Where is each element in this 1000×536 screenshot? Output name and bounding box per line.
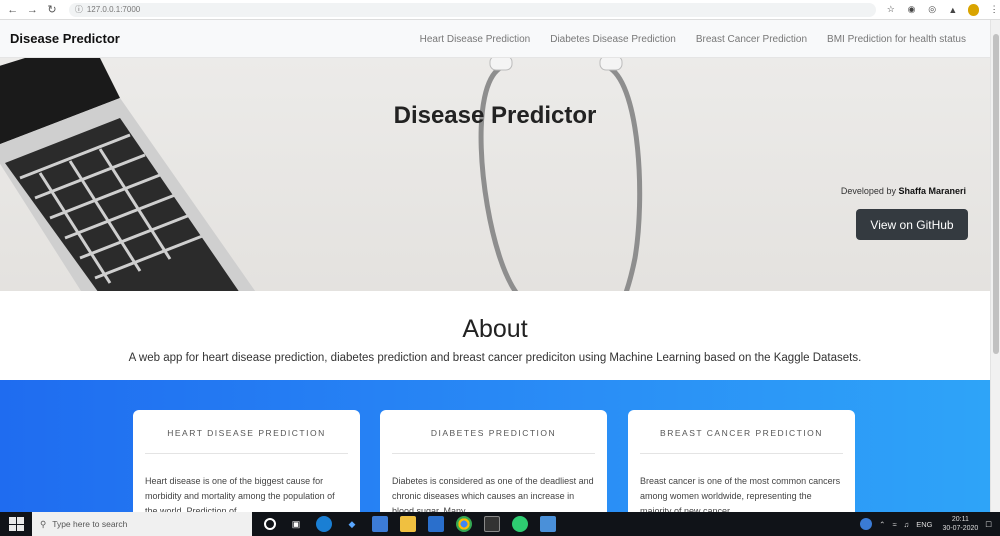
scrollbar-thumb[interactable] [993, 34, 999, 354]
terminal-icon[interactable] [484, 516, 500, 532]
wifi-icon[interactable]: ≈ [892, 520, 896, 529]
card-title: DIABETES PREDICTION [430, 428, 557, 438]
github-button[interactable]: View on GitHub [856, 209, 968, 240]
hero-banner: Disease Predictor Developed by Shaffa Ma… [0, 58, 990, 291]
card-text: Heart disease is one of the biggest caus… [145, 476, 335, 512]
dropbox-icon[interactable]: ◆ [344, 516, 360, 532]
stethoscope-image [478, 58, 643, 291]
taskbar-search[interactable]: ⚲ Type here to search [32, 512, 252, 536]
extension-icon[interactable]: ◉ [906, 4, 918, 16]
card-divider [392, 453, 595, 454]
developer-name: Shaffa Maraneri [898, 186, 966, 196]
search-placeholder: Type here to search [52, 519, 128, 529]
clock-date: 30-07-2020 [942, 525, 979, 532]
volume-icon[interactable]: ♫ [904, 520, 910, 529]
card-divider [145, 453, 348, 454]
page-scrollbar[interactable] [990, 20, 1000, 512]
mail-icon[interactable] [428, 516, 444, 532]
nav-link-bmi[interactable]: BMI Prediction for health status [827, 34, 966, 45]
language-indicator[interactable]: ENG [916, 520, 932, 529]
app-green-icon[interactable] [512, 516, 528, 532]
menu-icon[interactable]: ⋮ [988, 4, 1000, 16]
back-icon[interactable]: ← [6, 3, 20, 17]
navbar-brand[interactable]: Disease Predictor [10, 31, 120, 46]
card-heart[interactable]: HEART DISEASE PREDICTION Heart disease i… [133, 410, 360, 512]
windows-taskbar: ⚲ Type here to search ▣ ◆ ⌃ ≈ ♫ ENG 20:1… [0, 512, 1000, 536]
nav-link-heart[interactable]: Heart Disease Prediction [420, 34, 531, 45]
nav-link-breast-cancer[interactable]: Breast Cancer Prediction [696, 34, 807, 45]
address-bar[interactable]: ⓘ 127.0.0.1:7000 [68, 2, 876, 17]
task-view-icon[interactable]: ▣ [288, 516, 304, 532]
chrome-icon[interactable] [456, 516, 472, 532]
star-icon[interactable]: ☆ [885, 4, 897, 16]
card-breast-cancer[interactable]: BREAST CANCER PREDICTION Breast cancer i… [628, 410, 855, 512]
card-divider [640, 453, 843, 454]
extension-icon-3[interactable]: ▲ [947, 4, 959, 16]
reload-icon[interactable]: ↻ [45, 3, 59, 17]
hero-title: Disease Predictor [393, 102, 597, 129]
nav-links: Heart Disease Prediction Diabetes Diseas… [400, 20, 966, 58]
people-icon[interactable] [860, 518, 873, 530]
notifications-icon[interactable]: ☐ [985, 520, 992, 529]
card-diabetes[interactable]: DIABETES PREDICTION Diabetes is consider… [380, 410, 607, 512]
search-icon: ⚲ [40, 518, 47, 529]
clock-time: 20:11 [951, 516, 969, 523]
store-icon[interactable] [372, 516, 388, 532]
card-text: Diabetes is considered as one of the dea… [392, 476, 594, 512]
extension-icon-2[interactable]: ◎ [926, 4, 938, 16]
clock[interactable]: 20:11 30-07-2020 [942, 515, 978, 533]
card-text: Breast cancer is one of the most common … [640, 476, 841, 512]
chevron-up-icon[interactable]: ⌃ [879, 520, 885, 529]
card-title: HEART DISEASE PREDICTION [167, 428, 326, 438]
about-text: A web app for heart disease prediction, … [128, 352, 862, 364]
developer-credit: Developed by Shaffa Maraneri [841, 186, 966, 196]
file-explorer-icon[interactable] [400, 516, 416, 532]
forward-icon[interactable]: → [26, 3, 40, 17]
nav-link-diabetes[interactable]: Diabetes Disease Prediction [550, 34, 676, 45]
site-navbar: Disease Predictor Heart Disease Predicti… [0, 20, 990, 58]
profile-avatar[interactable] [967, 3, 980, 16]
browser-toolbar: ← → ↻ ⓘ 127.0.0.1:7000 ☆ ◉ ◎ ▲ ⋮ [0, 0, 1000, 20]
card-title: BREAST CANCER PREDICTION [660, 428, 823, 438]
developed-by-label: Developed by [840, 186, 896, 196]
cortana-icon[interactable] [264, 518, 276, 530]
laptop-image [0, 58, 256, 291]
app-blue-icon[interactable] [540, 516, 556, 532]
edge-icon[interactable] [316, 516, 332, 532]
prediction-cards-section: HEART DISEASE PREDICTION Heart disease i… [0, 380, 990, 512]
system-tray: ⌃ ≈ ♫ ENG 20:11 30-07-2020 ☐ [853, 512, 992, 536]
windows-start-icon[interactable] [7, 515, 25, 533]
url-text: 127.0.0.1:7000 [86, 5, 141, 14]
about-title: About [462, 315, 528, 343]
info-icon: ⓘ [74, 5, 83, 14]
